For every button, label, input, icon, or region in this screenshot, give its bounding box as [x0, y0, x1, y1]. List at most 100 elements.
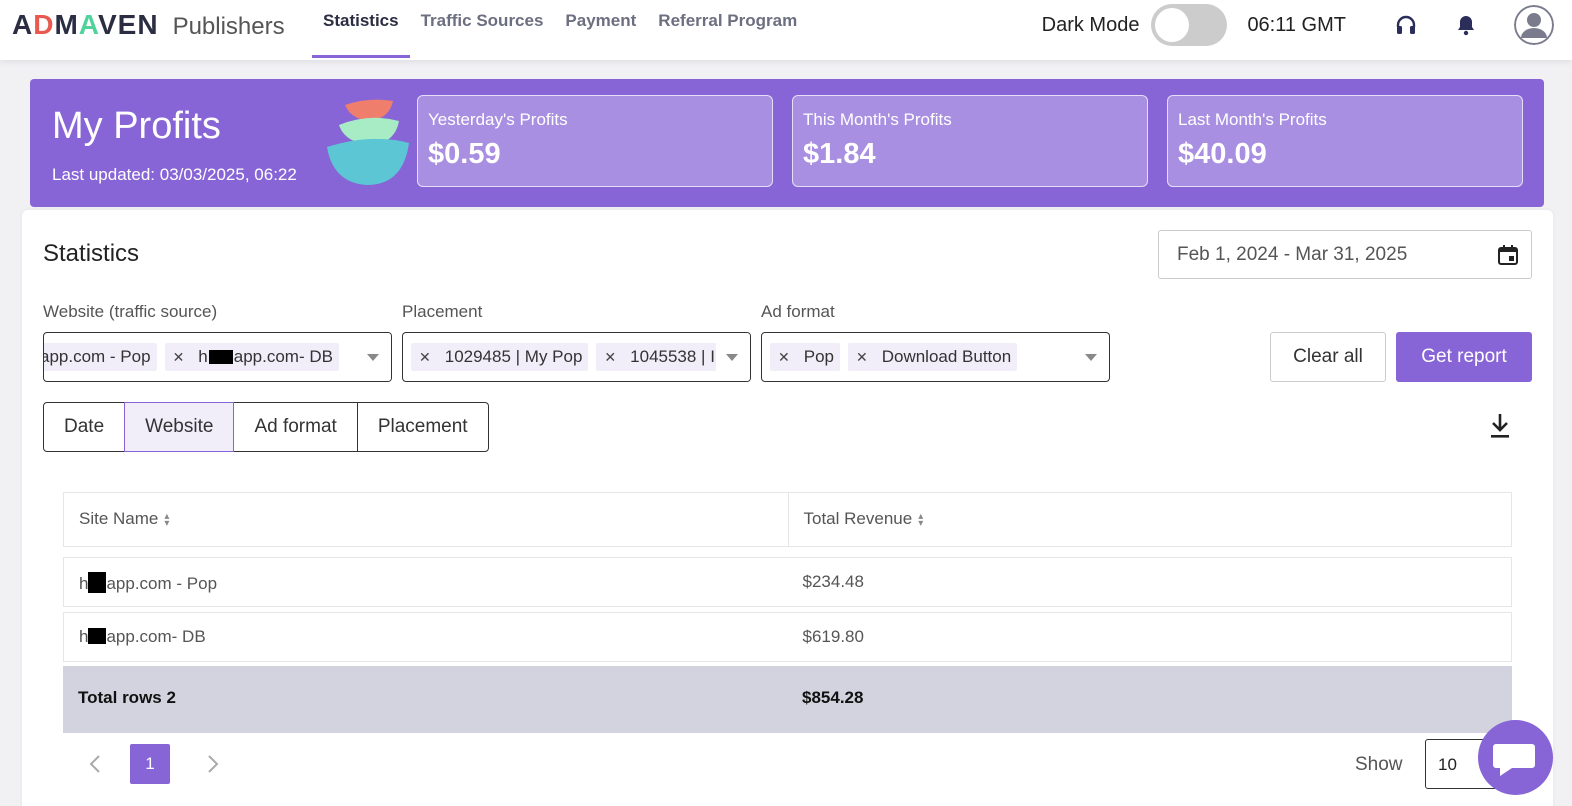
statistics-table: Site Name ▴ ▾ Total Revenue ▴ ▾ h app.com - P… [63, 492, 1512, 733]
website-filter-label: Website (traffic source) [43, 302, 218, 321]
placement-filter-select[interactable]: ✕ 1029485 | My Pop ✕ 1045538 | I [402, 332, 751, 382]
chat-launcher-button[interactable] [1478, 720, 1553, 795]
column-label: Total Revenue [803, 509, 913, 528]
stacked-bowls-illustration [327, 99, 409, 185]
stat-value: $1.84 [803, 138, 876, 170]
page-number-button[interactable]: 1 [130, 744, 170, 784]
nav-referral-program[interactable]: Referral Program [647, 0, 808, 58]
column-total-revenue[interactable]: Total Revenue ▴ ▾ [787, 493, 1512, 546]
last-month-profits-card: Last Month's Profits $40.09 [1167, 95, 1523, 187]
chevron-right-icon[interactable] [200, 752, 224, 776]
get-report-button[interactable]: Get report [1396, 332, 1532, 382]
calendar-icon [1498, 245, 1518, 265]
banner-title: My Profits [52, 105, 221, 147]
site-prefix: h [79, 627, 89, 646]
last-updated-text: Last updated: 03/03/2025, 06:22 [52, 165, 297, 184]
total-rows-label: Total rows 2 [78, 688, 176, 707]
chevron-down-icon [726, 354, 738, 361]
remove-chip-icon[interactable]: ✕ [415, 349, 431, 366]
nav-statistics[interactable]: Statistics [312, 0, 410, 58]
headset-icon[interactable] [1394, 13, 1418, 37]
top-navigation-bar: ADMAVEN Publishers Statistics Traffic So… [0, 0, 1572, 60]
chip-text: 1045538 | I [630, 347, 715, 366]
date-range-picker[interactable]: Feb 1, 2024 - Mar 31, 2025 [1158, 230, 1532, 279]
sort-icon[interactable]: ▴ ▾ [918, 511, 923, 528]
site-suffix: app.com - Pop [106, 574, 218, 593]
stat-label: Yesterday's Profits [428, 110, 568, 129]
table-header: Site Name ▴ ▾ Total Revenue ▴ ▾ [63, 492, 1512, 547]
ad-format-chip-list: ✕ Pop ✕ Download Button [770, 343, 1025, 371]
website-chip-list: app.com - Pop ✕ h app.com- DB [43, 343, 347, 371]
nav-traffic-sources[interactable]: Traffic Sources [410, 0, 555, 58]
website-filter-select[interactable]: app.com - Pop ✕ h app.com- DB [43, 332, 392, 382]
chevron-down-icon [1085, 354, 1097, 361]
dark-mode-toggle[interactable] [1151, 4, 1228, 46]
logo-brand-text: ADMAVEN [12, 9, 159, 40]
pagination: 1 [84, 744, 224, 784]
ad-format-chip: ✕ Download Button [847, 343, 1018, 371]
main-nav: Statistics Traffic Sources Payment Refer… [312, 0, 808, 60]
toggle-knob [1155, 8, 1190, 42]
chevron-down-icon [367, 354, 379, 361]
yesterday-profits-card: Yesterday's Profits $0.59 [417, 95, 773, 187]
chip-text: app.com- DB [233, 347, 333, 366]
dark-mode-label: Dark Mode [1041, 13, 1140, 36]
website-chip: ✕ h app.com- DB [164, 343, 339, 371]
placement-chip: ✕ 1045538 | I [596, 343, 721, 371]
group-by-date-tab[interactable]: Date [43, 402, 126, 452]
nav-payment[interactable]: Payment [554, 0, 647, 58]
stat-value: $0.59 [428, 138, 501, 170]
placement-chip: ✕ 1029485 | My Pop [411, 343, 589, 371]
gmt-clock: 06:11 GMT [1247, 13, 1346, 36]
page-size-label: Show [1355, 754, 1403, 775]
chip-text: app.com - Pop [43, 347, 151, 366]
table-row: h app.com- DB $619.80 [63, 612, 1512, 662]
site-prefix: h [79, 574, 89, 593]
placement-filter-label: Placement [402, 302, 483, 321]
remove-chip-icon[interactable]: ✕ [600, 349, 616, 366]
remove-chip-icon[interactable]: ✕ [852, 349, 868, 366]
chip-text: Pop [803, 347, 834, 366]
user-avatar-icon[interactable] [1514, 5, 1554, 45]
admaven-logo[interactable]: ADMAVEN Publishers [12, 9, 285, 41]
stat-label: This Month's Profits [803, 110, 952, 129]
placement-chip-list: ✕ 1029485 | My Pop ✕ 1045538 | I [411, 343, 729, 371]
table-total-row: Total rows 2 $854.28 [63, 666, 1512, 733]
group-by-segmented-control: Date Website Ad format Placement [43, 402, 489, 452]
sort-icon[interactable]: ▴ ▾ [164, 511, 169, 528]
ad-format-filter-label: Ad format [761, 302, 835, 321]
stat-value: $40.09 [1178, 138, 1267, 170]
download-icon[interactable] [1488, 412, 1512, 440]
chip-text: Download Button [881, 347, 1012, 366]
redaction-block [88, 572, 107, 593]
clear-all-button[interactable]: Clear all [1270, 332, 1386, 382]
site-name-cell: h app.com - Pop [64, 558, 788, 606]
date-range-value: Feb 1, 2024 - Mar 31, 2025 [1177, 244, 1408, 265]
chat-bubble-icon [1493, 744, 1535, 776]
this-month-profits-card: This Month's Profits $1.84 [792, 95, 1148, 187]
ad-format-chip: ✕ Pop [770, 343, 840, 371]
profits-banner: My Profits Last updated: 03/03/2025, 06:… [30, 79, 1544, 207]
group-by-placement-tab[interactable]: Placement [356, 402, 489, 452]
chevron-left-icon[interactable] [84, 752, 108, 776]
statistics-card: Statistics Feb 1, 2024 - Mar 31, 2025 We… [22, 210, 1553, 806]
redaction-block [88, 628, 107, 644]
site-suffix: app.com- DB [106, 627, 206, 646]
group-by-website-tab[interactable]: Website [124, 402, 235, 452]
revenue-cell: $234.48 [802, 572, 864, 591]
table-row: h app.com - Pop $234.48 [63, 557, 1512, 607]
site-name-cell: h app.com- DB [64, 613, 788, 661]
remove-chip-icon[interactable]: ✕ [774, 349, 790, 366]
column-site-name[interactable]: Site Name ▴ ▾ [64, 493, 788, 546]
group-by-ad-format-tab[interactable]: Ad format [233, 402, 358, 452]
stat-label: Last Month's Profits [1178, 110, 1327, 129]
ad-format-filter-select[interactable]: ✕ Pop ✕ Download Button [761, 332, 1110, 382]
bell-icon[interactable] [1454, 13, 1478, 37]
remove-chip-icon[interactable]: ✕ [169, 349, 185, 366]
revenue-cell: $619.80 [802, 627, 864, 646]
total-revenue-value: $854.28 [802, 688, 864, 707]
redaction-block [208, 350, 233, 364]
header-right-controls: Dark Mode 06:11 GMT [1042, 0, 1572, 50]
statistics-title: Statistics [43, 240, 140, 267]
chip-text-prefix: h [198, 347, 208, 366]
